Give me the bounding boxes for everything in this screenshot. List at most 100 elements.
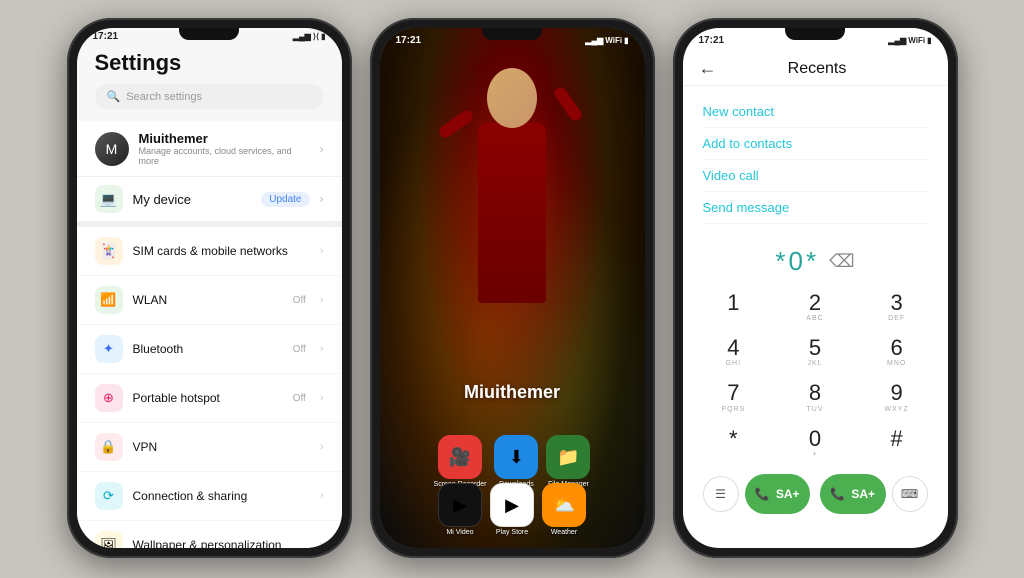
- key-4-letters: GHI: [726, 360, 741, 369]
- settings-item-wlan[interactable]: 📶 WLAN Off ›: [77, 276, 342, 325]
- chevron-icon-account: ›: [320, 142, 324, 156]
- dialer-screen: 17:21 ▂▄▆ WiFi ▮ ← Recents New contact A…: [683, 28, 948, 548]
- joker-body: [478, 123, 546, 303]
- phones-container: 17:21 ▂▄▆ ⟩⟨ ▮ Settings 🔍 Search setting…: [47, 0, 978, 578]
- signal-icon-left: ▂▄▆: [293, 32, 311, 41]
- app-mi-video[interactable]: ▶ Mi Video: [438, 483, 482, 536]
- key-star[interactable]: *: [693, 421, 775, 466]
- key-8-letters: TUV: [806, 406, 823, 415]
- time-left: 17:21: [93, 31, 119, 42]
- key-3-num: 3: [891, 291, 903, 315]
- status-icons-right: ▂▄▆ WiFi ▮: [888, 36, 931, 45]
- key-star-num: *: [729, 427, 738, 451]
- screen-recorder-icon: 🎥: [438, 435, 482, 479]
- bluetooth-label: Bluetooth: [133, 342, 283, 356]
- my-device-row[interactable]: 💻 My device Update ›: [77, 177, 342, 227]
- notch-center: [482, 28, 542, 40]
- key-8[interactable]: 8 TUV: [774, 375, 856, 420]
- app-file-manager[interactable]: 📁 File Manager: [546, 435, 590, 488]
- sim-label: SIM cards & mobile networks: [133, 244, 310, 258]
- app-play-store[interactable]: ▶ Play Store: [490, 483, 534, 536]
- mi-video-icon: ▶: [438, 483, 482, 527]
- settings-item-bluetooth[interactable]: ✦ Bluetooth Off ›: [77, 325, 342, 374]
- key-9[interactable]: 9 WXYZ: [856, 375, 938, 420]
- app-screen-recorder[interactable]: 🎥 Screen Recorder: [434, 435, 487, 488]
- phone-right: 17:21 ▂▄▆ WiFi ▮ ← Recents New contact A…: [673, 18, 958, 558]
- key-2[interactable]: 2 ABC: [774, 285, 856, 330]
- key-0-num: 0: [809, 427, 821, 451]
- option-send-message[interactable]: Send message: [703, 192, 928, 224]
- key-0-letters: +: [812, 451, 817, 460]
- key-2-letters: ABC: [806, 315, 823, 324]
- key-5-num: 5: [809, 336, 821, 360]
- call-label-2: SA+: [851, 487, 875, 501]
- time-right: 17:21: [699, 35, 725, 46]
- play-store-label: Play Store: [496, 529, 528, 536]
- play-store-icon: ▶: [490, 483, 534, 527]
- account-info: Miuithemer Manage accounts, cloud servic…: [139, 131, 310, 166]
- battery-icon-left: ▮: [321, 32, 325, 41]
- call-button-1[interactable]: 📞 SA+: [745, 474, 811, 514]
- wifi-icon-right: WiFi: [908, 36, 925, 45]
- settings-item-sim[interactable]: 🃏 SIM cards & mobile networks ›: [77, 227, 342, 276]
- key-4-num: 4: [727, 336, 739, 360]
- connection-label: Connection & sharing: [133, 489, 310, 503]
- settings-item-vpn[interactable]: 🔒 VPN ›: [77, 423, 342, 472]
- key-3[interactable]: 3 DEF: [856, 285, 938, 330]
- update-badge: Update: [261, 192, 309, 207]
- app-weather[interactable]: ⛅ Weather: [542, 483, 586, 536]
- key-4[interactable]: 4 GHI: [693, 330, 775, 375]
- key-2-num: 2: [809, 291, 821, 315]
- key-5[interactable]: 5 JKL: [774, 330, 856, 375]
- call-label-1: SA+: [776, 487, 800, 501]
- search-icon: 🔍: [107, 90, 121, 103]
- settings-item-wallpaper[interactable]: 🖼 Wallpaper & personalization ›: [77, 521, 342, 548]
- connection-icon: ⟳: [95, 482, 123, 510]
- settings-item-hotspot[interactable]: ⊕ Portable hotspot Off ›: [77, 374, 342, 423]
- status-icons-center: ▂▄▆ WiFi ▮: [585, 36, 628, 45]
- key-1[interactable]: 1: [693, 285, 775, 330]
- settings-items-group: 🃏 SIM cards & mobile networks › 📶 WLAN O…: [77, 227, 342, 548]
- account-section[interactable]: M Miuithemer Manage accounts, cloud serv…: [77, 121, 342, 177]
- notch-right: [785, 28, 845, 40]
- dialer-header: ← Recents: [683, 50, 948, 86]
- settings-screen: 17:21 ▂▄▆ ⟩⟨ ▮ Settings 🔍 Search setting…: [77, 28, 342, 548]
- wallpaper-label: Wallpaper & personalization: [133, 538, 310, 548]
- keypad-icon: ⌨: [901, 487, 918, 501]
- weather-icon: ⛅: [542, 483, 586, 527]
- key-7[interactable]: 7 PQRS: [693, 375, 775, 420]
- joker-arm-right: [552, 85, 584, 123]
- recents-options: New contact Add to contacts Video call S…: [683, 86, 948, 234]
- account-description: Manage accounts, cloud services, and mor…: [139, 146, 310, 166]
- menu-button[interactable]: ☰: [703, 476, 739, 512]
- bluetooth-icon: ✦: [95, 335, 123, 363]
- key-0[interactable]: 0 +: [774, 421, 856, 466]
- menu-icon: ☰: [715, 487, 726, 501]
- back-button[interactable]: ←: [699, 58, 717, 79]
- home-app-label: Miuithemer: [380, 382, 645, 403]
- key-6[interactable]: 6 MNO: [856, 330, 938, 375]
- hotspot-value: Off: [293, 393, 306, 404]
- account-name: Miuithemer: [139, 131, 310, 146]
- dial-number: *0*: [775, 246, 819, 277]
- key-hash-num: #: [891, 427, 903, 451]
- signal-icon-center: ▂▄▆: [585, 36, 603, 45]
- time-center: 17:21: [396, 35, 422, 46]
- key-hash[interactable]: #: [856, 421, 938, 466]
- search-placeholder: Search settings: [126, 91, 202, 103]
- page-title: Settings: [95, 50, 324, 76]
- vpn-label: VPN: [133, 440, 310, 454]
- backspace-icon[interactable]: ⌫: [829, 251, 854, 272]
- dialer-actions: ☰ 📞 SA+ 📞 SA+ ⌨: [683, 466, 948, 520]
- option-video-call[interactable]: Video call: [703, 160, 928, 192]
- option-add-contacts[interactable]: Add to contacts: [703, 128, 928, 160]
- status-icons-left: ▂▄▆ ⟩⟨ ▮: [293, 32, 326, 41]
- option-new-contact[interactable]: New contact: [703, 96, 928, 128]
- call-button-2[interactable]: 📞 SA+: [820, 474, 886, 514]
- app-downloads[interactable]: ⬇ Downloads: [494, 435, 538, 488]
- wallpaper-icon: 🖼: [95, 531, 123, 548]
- key-6-letters: MNO: [887, 360, 906, 369]
- search-bar[interactable]: 🔍 Search settings: [95, 84, 324, 109]
- keypad-toggle-button[interactable]: ⌨: [892, 476, 928, 512]
- settings-item-connection[interactable]: ⟳ Connection & sharing ›: [77, 472, 342, 521]
